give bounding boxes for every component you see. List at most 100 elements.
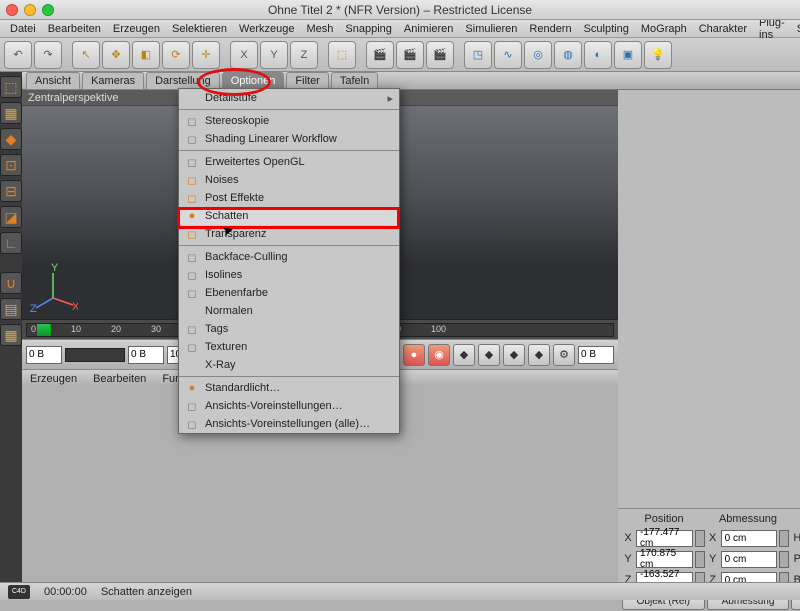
render-settings-button[interactable]: 🎬 [426,41,454,69]
model-mode-icon[interactable]: ⬚ [0,76,22,98]
axis-mode-icon[interactable]: ∟ [0,232,22,254]
menu-werkzeuge[interactable]: Werkzeuge [233,21,300,37]
menuitem-x-ray[interactable]: X-Ray [179,356,399,374]
viewtab-ansicht[interactable]: Ansicht [26,72,80,90]
viewtab-kameras[interactable]: Kameras [82,72,144,90]
key-param-button[interactable]: ◆ [528,344,550,366]
key-options-button[interactable]: ⚙ [553,344,575,366]
autokey-button[interactable]: ◉ [428,344,450,366]
check-icon: ◻ [185,132,199,146]
check-icon: ◻ [185,173,199,187]
window-title: Ohne Titel 2 * (NFR Version) – Restricte… [0,3,800,17]
viewtab-filter[interactable]: Filter [286,72,328,90]
menuitem-standardlicht-[interactable]: ●Standardlicht… [179,379,399,397]
move-tool[interactable]: ✥ [102,41,130,69]
check-icon: ● [185,209,199,223]
cube-icon[interactable]: ◳ [464,41,492,69]
menu-charakter[interactable]: Charakter [693,21,753,37]
point-mode-icon[interactable]: ⊡ [0,154,22,176]
check-icon: ◻ [185,268,199,282]
menuitem-tags[interactable]: ◻Tags [179,320,399,338]
check-icon: ◻ [185,227,199,241]
frame-start-field[interactable] [26,346,62,364]
edge-mode-icon[interactable]: ⊟ [0,180,22,202]
menu-selektieren[interactable]: Selektieren [166,21,233,37]
menuitem-normalen[interactable]: Normalen [179,302,399,320]
menu-simulieren[interactable]: Simulieren [459,21,523,37]
menuitem-noises[interactable]: ◻Noises [179,171,399,189]
menuitem-stereoskopie[interactable]: ◻Stereoskopie [179,112,399,130]
check-icon [185,304,199,318]
check-icon: ◻ [185,114,199,128]
key-rot-button[interactable]: ◆ [478,344,500,366]
record-button[interactable]: ● [403,344,425,366]
menuitem-detailstufe[interactable]: Detailstufe [179,89,399,107]
pos-y-field[interactable]: 170.875 cm [636,551,693,568]
polygon-mode-icon[interactable]: ◪ [0,206,22,228]
mattab-erzeugen[interactable]: Erzeugen [26,371,81,387]
viewtab-optionen[interactable]: Optionen [222,72,285,90]
place-tool[interactable]: ✛ [192,41,220,69]
menuitem-transparenz[interactable]: ◻Transparenz [179,225,399,243]
menuitem-shading-linearer-workflow[interactable]: ◻Shading Linearer Workflow [179,130,399,148]
menuitem-erweitertes-opengl[interactable]: ◻Erweitertes OpenGL [179,153,399,171]
col-size: Abmessung [706,513,790,525]
redo-button[interactable]: ↷ [34,41,62,69]
pos-x-field[interactable]: -177.477 cm [636,530,693,547]
menuitem-ansichts-voreinstellungen--alle--[interactable]: ◻Ansichts-Voreinstellungen (alle)… [179,415,399,433]
viewtab-darstellung[interactable]: Darstellung [146,72,220,90]
axis-gizmo-icon: Y X Z [28,263,78,313]
menu-erzeugen[interactable]: Erzeugen [107,21,166,37]
menu-snapping[interactable]: Snapping [339,21,398,37]
workplane-icon[interactable]: ▤ [0,298,22,320]
generator-icon[interactable]: ◎ [524,41,552,69]
viewtab-tafeln[interactable]: Tafeln [331,72,378,90]
frame-current-field[interactable] [128,346,164,364]
menuitem-post-effekte[interactable]: ◻Post Effekte [179,189,399,207]
camera-icon[interactable]: ▣ [614,41,642,69]
playhead-icon[interactable] [37,324,51,337]
check-icon: ◻ [185,250,199,264]
menuitem-backface-culling[interactable]: ◻Backface-Culling [179,248,399,266]
axis-x-toggle[interactable]: X [230,41,258,69]
menuitem-texturen[interactable]: ◻Texturen [179,338,399,356]
environment-icon[interactable]: ◐ [584,41,612,69]
menu-mesh[interactable]: Mesh [300,21,339,37]
texture-mode-icon[interactable]: ▦ [0,102,22,124]
cube-primitive[interactable]: ⬚ [328,41,356,69]
axis-z-toggle[interactable]: Z [290,41,318,69]
menu-rendern[interactable]: Rendern [523,21,577,37]
menu-bearbeiten[interactable]: Bearbeiten [42,21,107,37]
magnet-icon[interactable]: ∪ [0,272,22,294]
menu-animieren[interactable]: Animieren [398,21,460,37]
undo-button[interactable]: ↶ [4,41,32,69]
size-x-field[interactable]: 0 cm [721,530,778,547]
object-mode-icon[interactable]: ◆ [0,128,22,150]
main-toolbar: ↶ ↷ ↖ ✥ ◧ ⟳ ✛ X Y Z ⬚ 🎬 🎬 🎬 ◳ ∿ ◎ ◍ ◐ ▣ … [0,38,800,72]
range-slider[interactable] [65,348,125,362]
menu-mograph[interactable]: MoGraph [635,21,693,37]
key-scale-button[interactable]: ◆ [503,344,525,366]
key-pos-button[interactable]: ◆ [453,344,475,366]
size-y-field[interactable]: 0 cm [721,551,778,568]
menu-skript[interactable]: Skript [791,21,800,37]
mattab-bearbeiten[interactable]: Bearbeiten [89,371,150,387]
menuitem-ansichts-voreinstellungen-[interactable]: ◻Ansichts-Voreinstellungen… [179,397,399,415]
menu-datei[interactable]: Datei [4,21,42,37]
render-button[interactable]: 🎬 [366,41,394,69]
rotate-tool[interactable]: ⟳ [162,41,190,69]
grid-icon[interactable]: ▦ [0,324,22,346]
frame-field[interactable] [578,346,614,364]
menuitem-ebenenfarbe[interactable]: ◻Ebenenfarbe [179,284,399,302]
menu-sculpting[interactable]: Sculpting [578,21,635,37]
scale-tool[interactable]: ◧ [132,41,160,69]
spline-icon[interactable]: ∿ [494,41,522,69]
deformer-icon[interactable]: ◍ [554,41,582,69]
render-region-button[interactable]: 🎬 [396,41,424,69]
menuitem-schatten[interactable]: ●Schatten [179,207,399,225]
axis-y-toggle[interactable]: Y [260,41,288,69]
check-icon: ◻ [185,340,199,354]
menuitem-isolines[interactable]: ◻Isolines [179,266,399,284]
light-icon[interactable]: 💡 [644,41,672,69]
select-tool[interactable]: ↖ [72,41,100,69]
